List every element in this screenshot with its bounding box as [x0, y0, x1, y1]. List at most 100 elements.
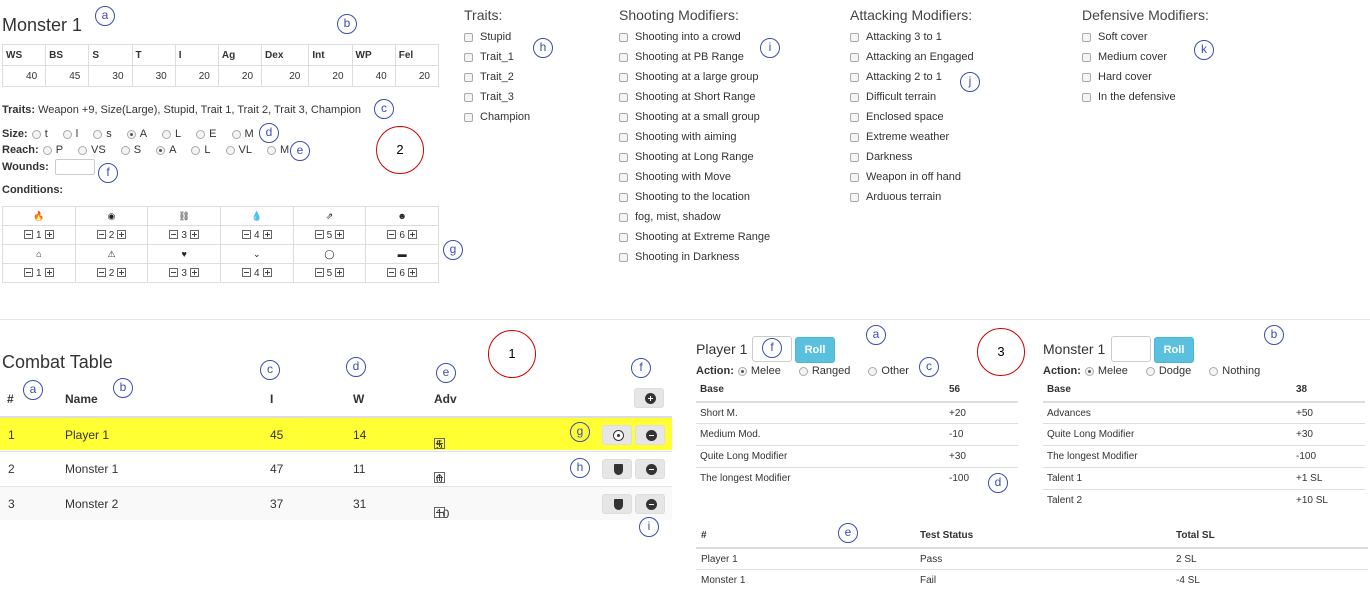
checkbox[interactable] — [850, 192, 859, 202]
size-radio[interactable] — [93, 129, 103, 139]
plus-icon[interactable] — [434, 507, 445, 518]
shooting-option[interactable]: Shooting with aiming — [619, 127, 770, 147]
defend-button[interactable] — [602, 459, 632, 479]
stat-value[interactable]: 30 — [131, 65, 176, 87]
checkbox[interactable] — [850, 172, 859, 182]
checkbox[interactable] — [464, 32, 473, 42]
checkbox[interactable] — [850, 112, 859, 122]
checkbox[interactable] — [850, 92, 859, 102]
size-radio[interactable] — [162, 129, 172, 139]
reach-radio[interactable] — [267, 145, 276, 155]
size-radio[interactable] — [126, 129, 136, 139]
action-radio[interactable] — [1084, 366, 1094, 376]
attacking-option[interactable]: Difficult terrain — [850, 87, 974, 107]
checkbox[interactable] — [1082, 52, 1091, 62]
defensive-option[interactable]: Soft cover — [1082, 27, 1176, 47]
stat-value[interactable]: 40 — [351, 65, 396, 87]
shooting-option[interactable]: Shooting at a large group — [619, 67, 770, 87]
shooting-option[interactable]: Shooting to the location — [619, 187, 770, 207]
plus-icon[interactable] — [44, 268, 54, 278]
checkbox[interactable] — [850, 32, 859, 42]
traits-option[interactable]: Trait_1 — [464, 47, 530, 67]
minus-icon[interactable] — [169, 230, 179, 240]
checkbox[interactable] — [619, 172, 628, 182]
reach-radio[interactable] — [78, 145, 88, 155]
shooting-option[interactable]: Shooting at a small group — [619, 107, 770, 127]
size-radio[interactable] — [31, 129, 41, 139]
plus-icon[interactable] — [44, 230, 54, 240]
stat-value[interactable]: 30 — [88, 65, 133, 87]
attacking-option[interactable]: Arduous terrain — [850, 187, 974, 207]
checkbox[interactable] — [619, 32, 628, 42]
defender-roll-input[interactable] — [1111, 336, 1151, 362]
size-radio[interactable] — [231, 129, 241, 139]
shooting-option[interactable]: Shooting in Darkness — [619, 247, 770, 267]
minus-icon[interactable] — [314, 230, 324, 240]
stat-value[interactable]: 20 — [217, 65, 263, 87]
checkbox[interactable] — [850, 132, 859, 142]
checkbox[interactable] — [464, 52, 473, 62]
checkbox[interactable] — [1082, 72, 1091, 82]
checkbox[interactable] — [619, 112, 628, 122]
stat-value[interactable]: 20 — [394, 65, 440, 87]
plus-icon[interactable] — [189, 268, 199, 278]
checkbox[interactable] — [464, 72, 473, 82]
defensive-option[interactable]: Hard cover — [1082, 67, 1176, 87]
shooting-option[interactable]: Shooting into a crowd — [619, 27, 770, 47]
minus-icon[interactable] — [169, 268, 179, 278]
plus-icon[interactable] — [335, 268, 345, 278]
minus-icon[interactable] — [24, 268, 34, 278]
traits-option[interactable]: Trait_3 — [464, 87, 530, 107]
action-radio[interactable] — [868, 366, 878, 376]
traits-option[interactable]: Stupid — [464, 27, 530, 47]
attacking-option[interactable]: Attacking 3 to 1 — [850, 27, 974, 47]
traits-option[interactable]: Champion — [464, 107, 530, 127]
plus-icon[interactable] — [407, 230, 417, 240]
size-radio[interactable] — [62, 129, 72, 139]
minus-icon[interactable] — [242, 230, 252, 240]
attacker-roll-button[interactable]: Roll — [795, 337, 835, 363]
shooting-option[interactable]: Shooting with Move — [619, 167, 770, 187]
attacking-option[interactable]: Attacking an Engaged — [850, 47, 974, 67]
plus-icon[interactable] — [262, 268, 272, 278]
target-button[interactable] — [602, 425, 632, 445]
defensive-option[interactable]: Medium cover — [1082, 47, 1176, 67]
remove-combatant-button[interactable] — [635, 459, 665, 479]
defensive-option[interactable]: In the defensive — [1082, 87, 1176, 107]
size-radio[interactable] — [196, 129, 206, 139]
plus-icon[interactable] — [117, 268, 127, 278]
checkbox[interactable] — [1082, 92, 1091, 102]
shooting-option[interactable]: Shooting at PB Range — [619, 47, 770, 67]
remove-combatant-button[interactable] — [635, 494, 665, 514]
checkbox[interactable] — [619, 232, 628, 242]
defender-roll-button[interactable]: Roll — [1154, 337, 1194, 363]
action-radio[interactable] — [737, 366, 747, 376]
minus-icon[interactable] — [387, 230, 397, 240]
stat-value[interactable]: 20 — [174, 65, 219, 87]
checkbox[interactable] — [1082, 32, 1091, 42]
plus-icon[interactable] — [262, 230, 272, 240]
checkbox[interactable] — [619, 212, 628, 222]
checkbox[interactable] — [619, 132, 628, 142]
checkbox[interactable] — [464, 112, 473, 122]
checkbox[interactable] — [850, 52, 859, 62]
attacking-option[interactable]: Extreme weather — [850, 127, 974, 147]
stat-value[interactable]: 40 — [1, 65, 47, 87]
stat-value[interactable]: 20 — [261, 65, 310, 87]
plus-icon[interactable] — [434, 472, 445, 483]
combatant-row[interactable]: 3 Monster 2 37 31 10 — [0, 486, 672, 521]
minus-icon[interactable] — [96, 230, 106, 240]
minus-icon[interactable] — [242, 268, 252, 278]
checkbox[interactable] — [619, 92, 628, 102]
reach-radio[interactable] — [191, 145, 201, 155]
shooting-option[interactable]: Shooting at Long Range — [619, 147, 770, 167]
reach-radio[interactable] — [42, 145, 52, 155]
checkbox[interactable] — [619, 52, 628, 62]
plus-icon[interactable] — [335, 230, 345, 240]
action-radio[interactable] — [798, 366, 808, 376]
checkbox[interactable] — [850, 72, 859, 82]
shooting-option[interactable]: fog, mist, shadow — [619, 207, 770, 227]
checkbox[interactable] — [464, 92, 473, 102]
action-radio[interactable] — [1209, 366, 1219, 376]
reach-radio[interactable] — [156, 145, 166, 155]
